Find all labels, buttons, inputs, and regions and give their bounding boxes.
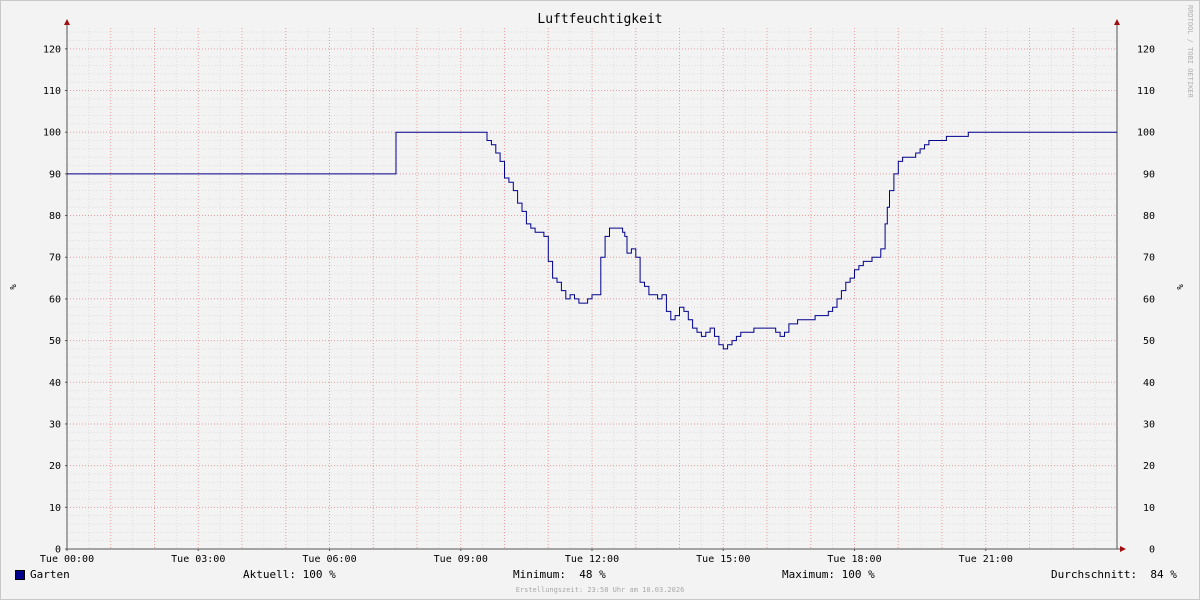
x-tick-label: Tue 12:00 — [565, 554, 619, 565]
y-tick-label-left: 20 — [49, 461, 61, 472]
y-tick-label-right: 50 — [1143, 336, 1155, 347]
stat-aktuell: Aktuell: 100 % — [243, 568, 336, 581]
stat-aktuell-label: Aktuell: — [243, 568, 296, 581]
y-axis-right-arrow — [1114, 19, 1120, 25]
y-tick-label-right: 90 — [1143, 169, 1155, 180]
y-axis-left-ticks: 0102030405060708090100110120 — [43, 44, 67, 556]
y-tick-label-right: 80 — [1143, 211, 1155, 222]
stat-minimum-label: Minimum: — [513, 568, 566, 581]
x-tick-label: Tue 09:00 — [434, 554, 488, 565]
y-tick-label-left: 50 — [49, 336, 61, 347]
stat-durchschnitt-value: 84 % — [1143, 568, 1177, 581]
x-tick-label: Tue 18:00 — [827, 554, 881, 565]
y-tick-label-left: 100 — [43, 128, 61, 139]
stat-minimum-value: 48 % — [572, 568, 606, 581]
stat-aktuell-value: 100 % — [302, 568, 336, 581]
y-tick-label-right: 70 — [1143, 253, 1155, 264]
y-tick-label-left: 80 — [49, 211, 61, 222]
y-axis-label-left: % — [7, 284, 17, 290]
x-axis-ticks: Tue 00:00 Tue 03:00 Tue 06:00 Tue 09:00 Tue … — [40, 549, 1013, 565]
y-tick-label-left: 110 — [43, 86, 61, 97]
y-tick-label-left: 40 — [49, 378, 61, 389]
y-tick-label-right: 100 — [1137, 128, 1155, 139]
grid-major — [67, 28, 1117, 549]
y-tick-label-left: 10 — [49, 503, 61, 514]
y-tick-label-left: 90 — [49, 169, 61, 180]
x-tick-label: Tue 06:00 — [302, 554, 356, 565]
y-tick-label-right: 110 — [1137, 86, 1155, 97]
y-tick-label-left: 120 — [43, 44, 61, 55]
y-axis-label-right: % — [1174, 284, 1184, 290]
chart-title: Luftfeuchtigkeit — [537, 12, 662, 27]
legend-swatch-garten — [15, 570, 25, 580]
y-tick-label-left: 30 — [49, 419, 61, 430]
y-tick-label-right: 30 — [1143, 419, 1155, 430]
x-tick-label: Tue 21:00 — [959, 554, 1013, 565]
humidity-chart: Luftfeuchtigkeit RRDTOOL / TOBI OETIKER … — [7, 5, 1194, 565]
x-tick-label: Tue 03:00 — [171, 554, 225, 565]
watermark: RRDTOOL / TOBI OETIKER — [1186, 5, 1194, 99]
y-tick-label-right: 120 — [1137, 44, 1155, 55]
y-tick-label-left: 70 — [49, 253, 61, 264]
stat-durchschnitt-label: Durchschnitt: — [1051, 568, 1138, 581]
y-tick-label-right: 20 — [1143, 461, 1155, 472]
legend-label-garten: Garten — [30, 568, 70, 581]
y-axis-right-ticks: 0 10 20 30 40 50 60 70 80 90 100 110 120 — [1137, 44, 1155, 555]
y-tick-label-left: 60 — [49, 294, 61, 305]
stat-maximum: Maximum: 100 % — [782, 568, 875, 581]
y-tick-label-right: 60 — [1143, 294, 1155, 305]
y-tick-label-right: 0 — [1149, 545, 1155, 556]
x-axis-arrow — [1120, 546, 1126, 552]
creation-time-footer: Erstellungszeit: 23:58 Uhr am 10.03.2026 — [515, 586, 685, 594]
stat-minimum: Minimum: 48 % — [513, 568, 606, 581]
y-tick-label-right: 40 — [1143, 378, 1155, 389]
y-axis-left-arrow — [64, 19, 70, 25]
stat-maximum-label: Maximum: — [782, 568, 835, 581]
x-tick-label: Tue 15:00 — [696, 554, 750, 565]
y-tick-label-right: 10 — [1143, 503, 1155, 514]
x-tick-label: Tue 00:00 — [40, 554, 94, 565]
stat-durchschnitt: Durchschnitt: 84 % — [1051, 568, 1177, 581]
stat-maximum-value: 100 % — [841, 568, 875, 581]
